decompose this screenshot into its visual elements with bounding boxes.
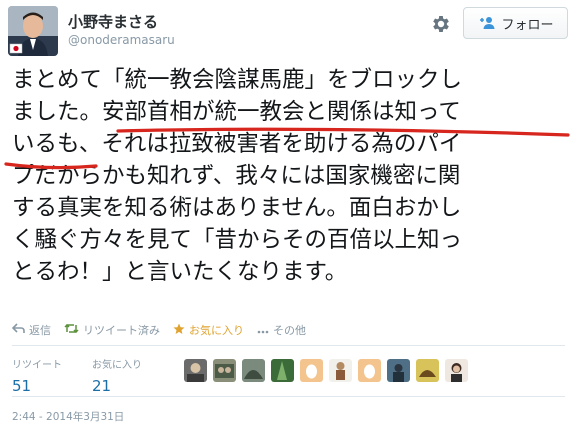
avatar-photo — [8, 6, 58, 56]
more-label: その他 — [273, 324, 306, 337]
reply-action[interactable]: 返信 — [11, 322, 51, 338]
favorite-label: お気に入り — [189, 324, 244, 337]
favorite-action[interactable]: お気に入り — [173, 322, 244, 338]
favorite-stat[interactable]: お気に入り 21 — [92, 356, 142, 395]
display-name[interactable]: 小野寺まさる — [68, 11, 158, 32]
star-icon — [173, 323, 185, 338]
favoriter-avatar[interactable] — [242, 359, 265, 382]
retweet-stat[interactable]: リツイート 51 — [12, 356, 62, 395]
favorites-count[interactable]: 21 — [92, 377, 142, 395]
follow-label: フォロー — [501, 17, 554, 33]
tweet-line: プだからかも知れず、我々には国家機密に関 — [12, 163, 461, 189]
reply-icon — [11, 323, 25, 337]
tweet-timestamp[interactable]: 2:44 - 2014年3月31日 — [12, 409, 124, 424]
retweet-action[interactable]: リツイート済み — [64, 322, 160, 338]
follow-person-plus-icon — [477, 16, 495, 30]
reply-label: 返信 — [29, 324, 51, 337]
tweet-line: とるわ！」と言いたくなります。 — [12, 259, 348, 285]
tweet-line: ました。安部首相が統一教会と関係は知って — [12, 99, 461, 125]
favoriter-avatar[interactable] — [387, 359, 410, 382]
favoriter-avatars — [184, 359, 468, 382]
retweet-icon — [64, 323, 79, 337]
divider — [12, 345, 565, 346]
user-handle[interactable]: @onoderamasaru — [68, 33, 175, 47]
tweet-line: まとめて「統一教会陰謀馬鹿」をブロックし — [12, 67, 463, 93]
tweet-header: 小野寺まさる @onoderamasaru フォロー — [0, 0, 577, 62]
favoriter-avatar[interactable] — [445, 359, 468, 382]
favoriter-avatar[interactable] — [271, 359, 294, 382]
tweet-actions: 返信 リツイート済み お気に入り その他 — [11, 320, 572, 340]
more-action[interactable]: その他 — [257, 322, 306, 338]
tweet-line: する真実を知る術はありません。面白おかし — [12, 195, 462, 221]
favoriter-egg-avatar[interactable] — [358, 359, 381, 382]
divider — [12, 396, 565, 397]
retweet-label: リツイート済み — [83, 324, 160, 337]
tweet-line: く騒ぐ方々を見て「昔からその百倍以上知っ — [12, 227, 463, 253]
retweets-count[interactable]: 51 — [12, 377, 62, 395]
tweet-line: いるも、それは拉致被害者を助ける為のパイ — [12, 131, 462, 157]
favorites-label: お気に入り — [92, 360, 142, 371]
follow-button[interactable]: フォロー — [463, 7, 568, 39]
avatar[interactable] — [8, 6, 58, 56]
favoriter-avatar[interactable] — [416, 359, 439, 382]
favoriter-avatar[interactable] — [184, 359, 207, 382]
favoriter-avatar[interactable] — [213, 359, 236, 382]
gear-icon[interactable] — [430, 13, 452, 35]
retweets-label: リツイート — [12, 360, 62, 371]
tweet-text: まとめて「統一教会陰謀馬鹿」をブロックし ました。安部首相が統一教会と関係は知っ… — [12, 64, 572, 288]
more-dots-icon — [257, 324, 269, 337]
favoriter-egg-avatar[interactable] — [300, 359, 323, 382]
favoriter-avatar[interactable] — [329, 359, 352, 382]
